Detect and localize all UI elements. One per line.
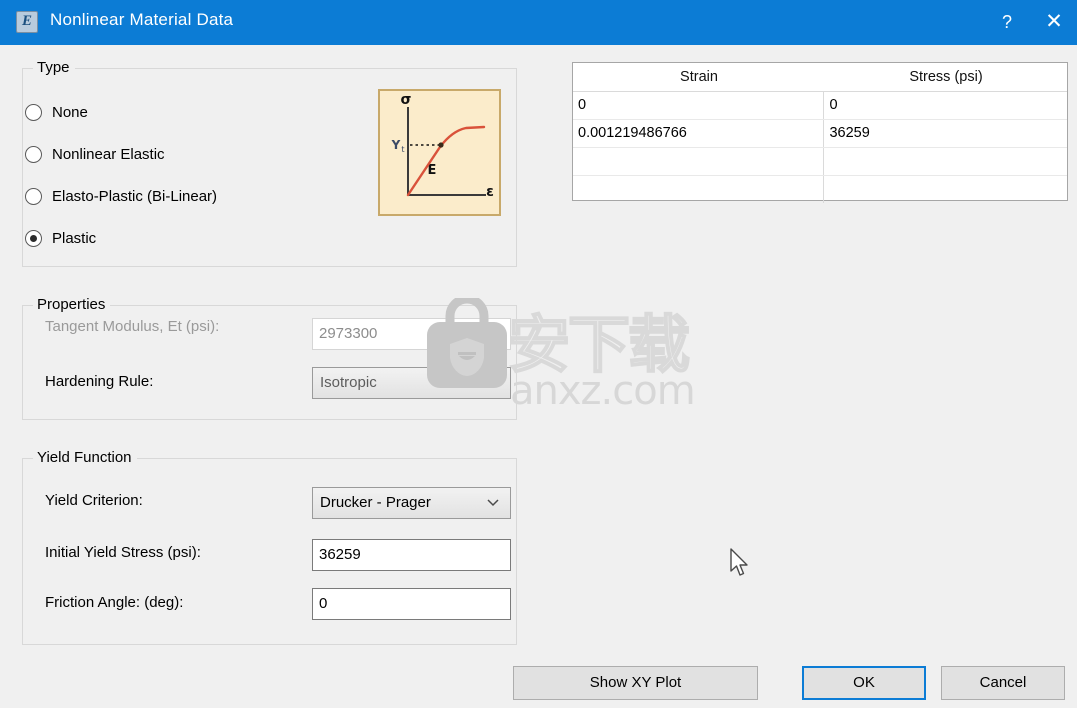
- show-xy-plot-button[interactable]: Show XY Plot: [513, 666, 758, 700]
- radio-elasto-plastic-label: Elasto-Plastic (Bi-Linear): [52, 187, 218, 205]
- type-group-legend: Type: [33, 59, 75, 76]
- hardening-rule-value: Isotropic: [320, 374, 377, 391]
- tangent-modulus-label: Tangent Modulus, Et (psi):: [45, 318, 220, 335]
- table-row[interactable]: [573, 148, 1067, 176]
- cell-strain[interactable]: [573, 176, 825, 203]
- radio-nonlinear-elastic-mark[interactable]: [25, 145, 42, 163]
- cell-stress[interactable]: 0: [824, 92, 1067, 119]
- app-icon-glyph: E: [21, 13, 32, 29]
- yield-criterion-select[interactable]: Drucker - Prager: [312, 487, 511, 519]
- properties-group-legend: Properties: [33, 296, 111, 313]
- chevron-down-icon: [487, 368, 501, 398]
- cell-strain[interactable]: 0.001219486766: [573, 120, 825, 147]
- tangent-modulus-input[interactable]: 2973300: [312, 318, 511, 350]
- radio-none-mark[interactable]: [25, 103, 42, 121]
- cell-strain[interactable]: 0: [573, 92, 825, 119]
- cell-stress[interactable]: 36259: [824, 120, 1067, 147]
- app-icon: E: [16, 11, 38, 33]
- svg-text:ε: ε: [486, 184, 494, 200]
- table-row[interactable]: [573, 176, 1067, 203]
- radio-type-elasto-plastic[interactable]: Elasto-Plastic (Bi-Linear): [25, 185, 217, 207]
- radio-type-nonlinear-elastic[interactable]: Nonlinear Elastic: [25, 143, 165, 165]
- window-title: Nonlinear Material Data: [50, 10, 234, 29]
- title-bar: E Nonlinear Material Data ? ✕: [0, 0, 1077, 45]
- radio-plastic-mark[interactable]: [25, 229, 42, 247]
- watermark-url-text: anxz.com: [510, 368, 696, 414]
- radio-elasto-plastic-mark[interactable]: [25, 187, 42, 205]
- table-row[interactable]: 0 0: [573, 92, 1067, 120]
- initial-yield-stress-input[interactable]: 36259: [312, 539, 511, 571]
- yield-function-group-legend: Yield Function: [33, 449, 137, 466]
- radio-type-plastic[interactable]: Plastic: [25, 227, 96, 249]
- cell-stress[interactable]: [824, 176, 1067, 203]
- column-header-strain: Strain: [680, 69, 718, 85]
- strain-stress-table[interactable]: Strain Stress (psi) 0 0 0.001219486766 3…: [572, 62, 1068, 203]
- watermark-cn-text: 安下载: [507, 307, 691, 382]
- help-button[interactable]: ?: [984, 0, 1030, 45]
- friction-angle-input[interactable]: 0: [312, 588, 511, 620]
- mouse-cursor: [730, 548, 748, 576]
- column-header-stress: Stress (psi): [909, 69, 983, 85]
- stress-strain-curve-svg: σ ε Y t E: [391, 92, 494, 200]
- yield-criterion-label: Yield Criterion:: [45, 492, 143, 509]
- cell-strain[interactable]: [573, 148, 825, 175]
- table-row[interactable]: 0.001219486766 36259: [573, 120, 1067, 148]
- stress-strain-curve-thumbnail: σ ε Y t E: [378, 89, 501, 216]
- hardening-rule-select[interactable]: Isotropic: [312, 367, 511, 399]
- svg-text:Y: Y: [391, 138, 401, 152]
- chevron-down-icon: [487, 488, 501, 518]
- friction-angle-label: Friction Angle: (deg):: [45, 594, 184, 611]
- radio-plastic-label: Plastic: [52, 229, 97, 247]
- radio-type-none[interactable]: None: [25, 101, 88, 123]
- table-header-row: Strain Stress (psi): [573, 63, 1067, 92]
- cancel-button[interactable]: Cancel: [941, 666, 1065, 700]
- svg-text:σ: σ: [401, 92, 412, 108]
- initial-yield-stress-label: Initial Yield Stress (psi):: [45, 544, 201, 561]
- cell-stress[interactable]: [824, 148, 1067, 175]
- radio-none-label: None: [52, 103, 88, 121]
- ok-button[interactable]: OK: [802, 666, 926, 700]
- radio-nonlinear-elastic-label: Nonlinear Elastic: [52, 145, 165, 163]
- nonlinear-material-data-dialog: E Nonlinear Material Data ? ✕ Type None …: [0, 0, 1077, 708]
- svg-text:t: t: [401, 145, 404, 154]
- hardening-rule-label: Hardening Rule:: [45, 373, 154, 390]
- yield-criterion-value: Drucker - Prager: [320, 494, 431, 511]
- close-button[interactable]: ✕: [1031, 0, 1077, 45]
